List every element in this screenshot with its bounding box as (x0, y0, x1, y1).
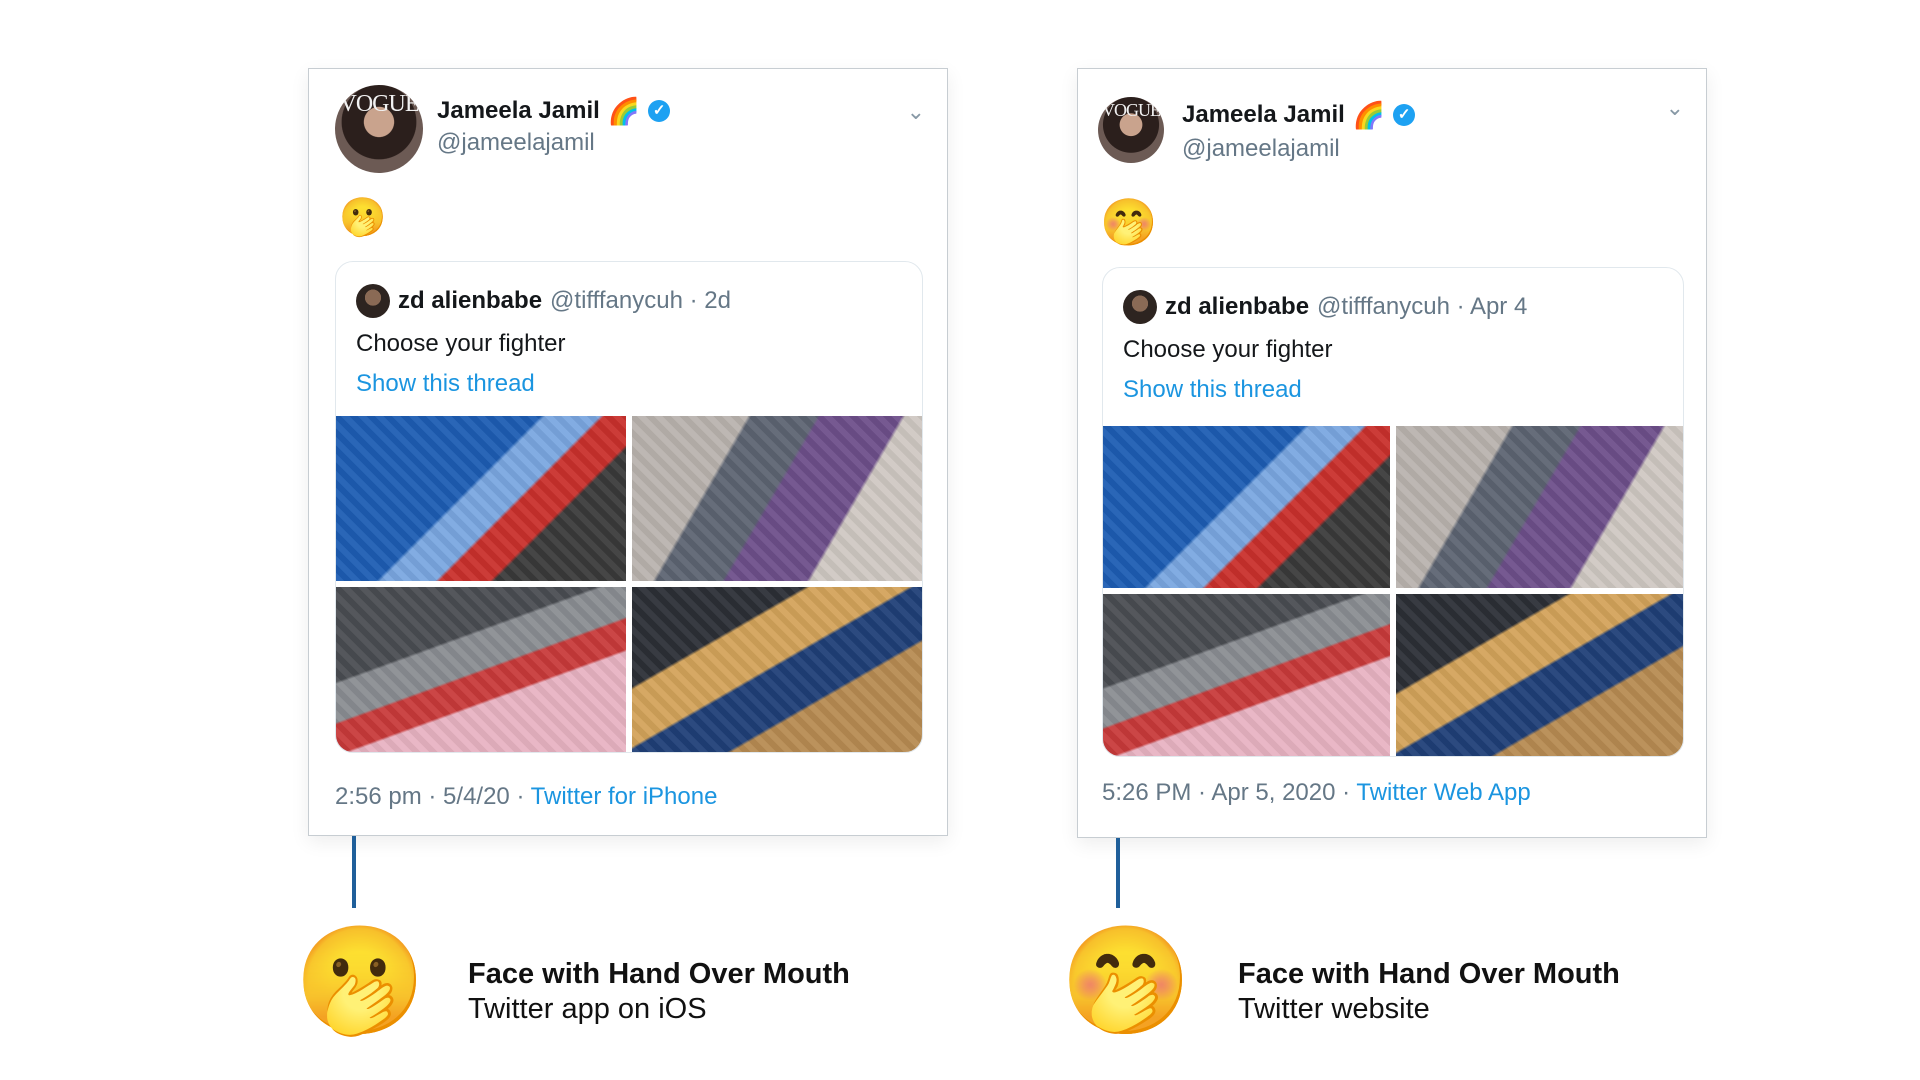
verified-badge-icon: ✓ (1393, 104, 1416, 126)
photo-checkout-counter[interactable] (632, 587, 922, 752)
show-thread-link[interactable]: Show this thread (1123, 376, 1302, 404)
quoted-tweet-text: Choose your fighter (1123, 336, 1333, 363)
tweet-timestamp[interactable]: 2:56 pm · 5/4/20 · (335, 783, 531, 810)
rainbow-icon: 🌈 (1352, 100, 1386, 130)
media-grid (1103, 426, 1683, 756)
tweet-card-ios[interactable]: VOGUE Jameela Jamil 🌈 ✓ @jameelajamil ⌄ … (308, 68, 948, 836)
connector-line-web (1116, 838, 1120, 908)
photo-water-bottles[interactable] (1103, 426, 1390, 588)
large-emoji-ios: 🫢 (294, 922, 426, 1040)
tweet-footer: 2:56 pm · 5/4/20 · Twitter for iPhone (335, 783, 717, 811)
avatar[interactable]: VOGUE (335, 85, 423, 173)
tweet-card-web[interactable]: VOGUE Jameela Jamil 🌈 ✓ @jameelajamil ⌄ … (1077, 68, 1707, 838)
quoted-handle-time: @tifffanycuh · 2d (550, 287, 731, 314)
quoted-handle-time: @tifffanycuh · Apr 4 (1317, 293, 1528, 320)
quoted-tweet-header: zd alienbabe @tifffanycuh · 2d (356, 284, 731, 318)
caption-title: Face with Hand Over Mouth (468, 958, 850, 990)
caption-subtitle: Twitter app on iOS (468, 993, 707, 1025)
author-handle[interactable]: @jameelajamil (1182, 135, 1340, 163)
tweet-text-emoji: 🤭 (1100, 196, 1158, 248)
verified-badge-icon: ✓ (648, 100, 671, 122)
photo-conveyor-belt[interactable] (336, 587, 626, 752)
caption-title: Face with Hand Over Mouth (1238, 958, 1620, 990)
photo-checkout-counter[interactable] (1396, 594, 1683, 756)
connector-line-ios (352, 836, 356, 908)
tweet-footer: 5:26 PM · Apr 5, 2020 · Twitter Web App (1102, 779, 1531, 807)
avatar[interactable]: VOGUE (1098, 97, 1164, 163)
photo-water-bottles[interactable] (336, 416, 626, 581)
avatar-logo-text: VOGUE (339, 91, 420, 117)
quoted-avatar[interactable] (356, 284, 390, 318)
caption-web: Face with Hand Over Mouth Twitter websit… (1238, 958, 1620, 1026)
tweet-source-link[interactable]: Twitter Web App (1356, 779, 1530, 806)
tweet-source-link[interactable]: Twitter for iPhone (531, 783, 718, 810)
display-name[interactable]: Jameela Jamil (1182, 101, 1345, 129)
quoted-display-name[interactable]: zd alienbabe (398, 287, 542, 315)
avatar-logo-text: VOGUE (1102, 100, 1161, 120)
caption-subtitle: Twitter website (1238, 993, 1430, 1025)
quoted-tweet-text: Choose your fighter (356, 330, 566, 357)
media-grid (336, 416, 922, 752)
rainbow-icon: 🌈 (607, 96, 641, 126)
photo-cashier[interactable] (1396, 426, 1683, 588)
quoted-tweet-header: zd alienbabe @tifffanycuh · Apr 4 (1123, 290, 1527, 324)
photo-conveyor-belt[interactable] (1103, 594, 1390, 756)
tweet-timestamp[interactable]: 5:26 PM · Apr 5, 2020 · (1102, 779, 1356, 806)
author-row: Jameela Jamil 🌈 ✓ (437, 96, 671, 126)
display-name[interactable]: Jameela Jamil (437, 97, 600, 125)
large-emoji-web: 🤭 (1060, 922, 1192, 1040)
quoted-display-name[interactable]: zd alienbabe (1165, 293, 1309, 321)
photo-cashier[interactable] (632, 416, 922, 581)
chevron-down-icon[interactable]: ⌄ (907, 99, 925, 125)
author-handle[interactable]: @jameelajamil (437, 129, 595, 157)
tweet-text-emoji: 🫢 (339, 197, 387, 239)
author-row: Jameela Jamil 🌈 ✓ (1182, 100, 1416, 130)
chevron-down-icon[interactable]: ⌄ (1666, 95, 1684, 121)
caption-ios: Face with Hand Over Mouth Twitter app on… (468, 958, 850, 1026)
quoted-avatar[interactable] (1123, 290, 1157, 324)
show-thread-link[interactable]: Show this thread (356, 370, 535, 398)
quoted-tweet[interactable]: zd alienbabe @tifffanycuh · 2d Choose yo… (335, 261, 923, 753)
quoted-tweet[interactable]: zd alienbabe @tifffanycuh · Apr 4 Choose… (1102, 267, 1684, 757)
